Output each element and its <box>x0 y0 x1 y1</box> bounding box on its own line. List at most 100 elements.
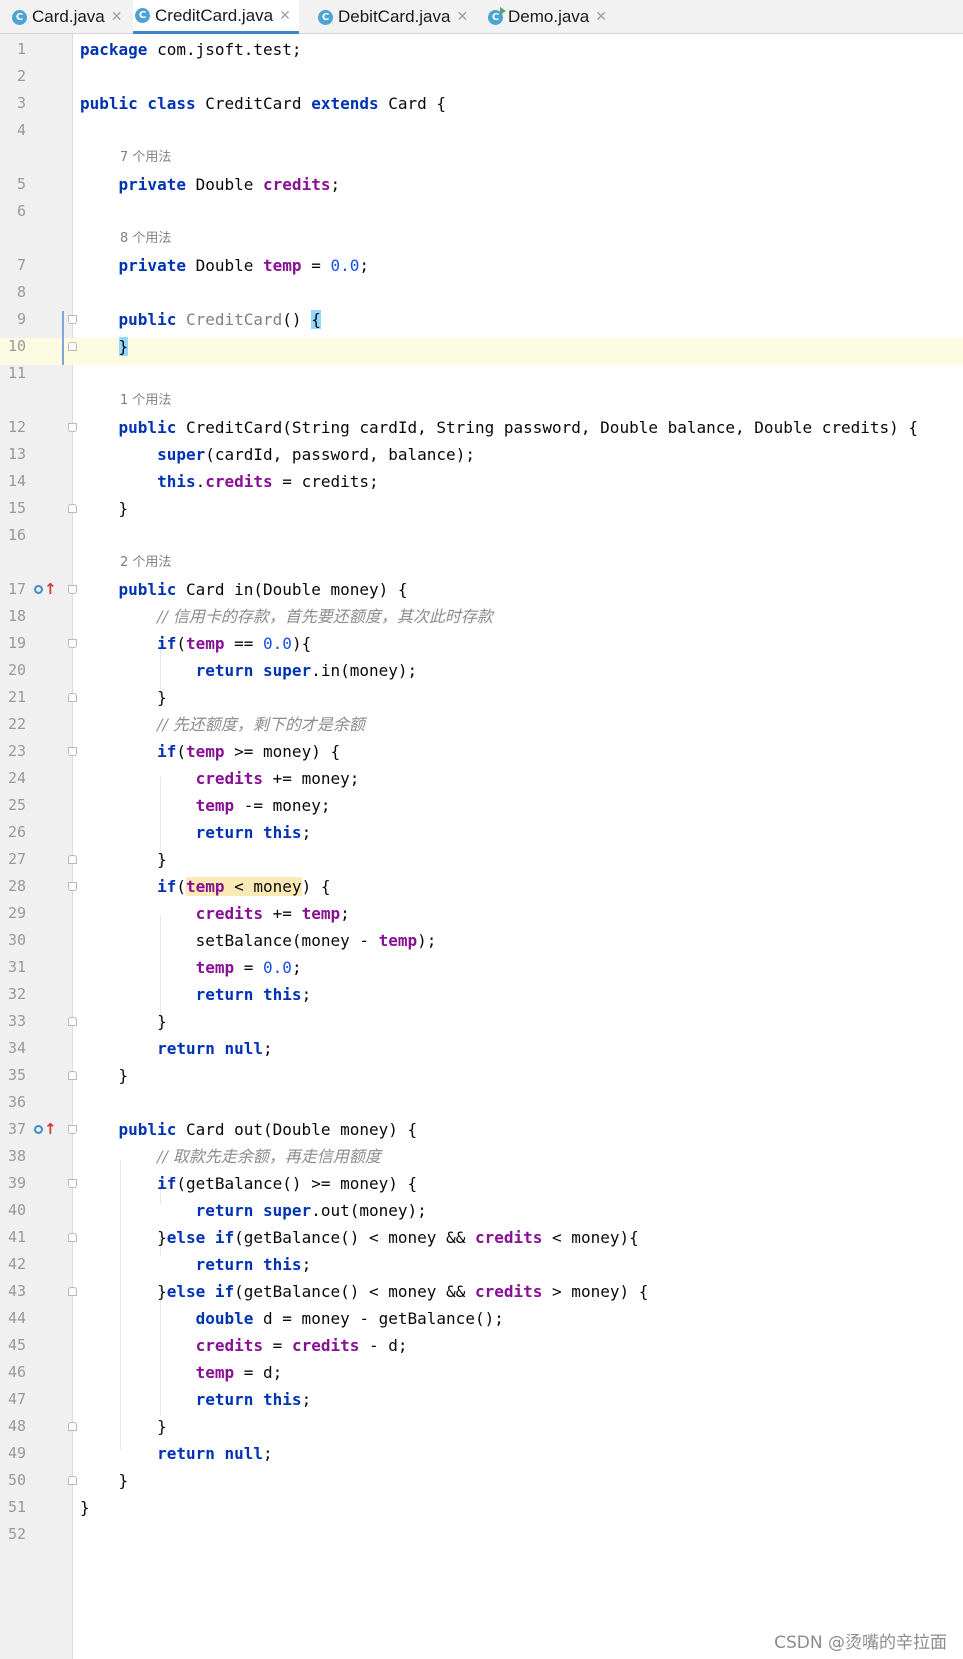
code-text[interactable]: return super.in(money); <box>80 657 418 684</box>
code-text[interactable]: } <box>80 1062 129 1089</box>
code-line[interactable]: 18 // 信用卡的存款，首先要还额度，其次此时存款 <box>0 603 963 630</box>
code-text[interactable]: public class CreditCard extends Card { <box>80 90 446 117</box>
code-text[interactable]: temp -= money; <box>80 792 331 819</box>
code-line[interactable]: 15 } <box>0 495 963 522</box>
code-line[interactable]: 3 public class CreditCard extends Card { <box>0 90 963 117</box>
code-line[interactable]: 28 if(temp < money) { <box>0 873 963 900</box>
fold-icon[interactable] <box>68 639 77 648</box>
code-line[interactable]: 46 temp = d; <box>0 1359 963 1386</box>
fold-icon[interactable] <box>68 342 77 351</box>
code-text[interactable]: return this; <box>80 819 312 846</box>
code-text[interactable]: if(getBalance() >= money) { <box>80 1170 417 1197</box>
close-icon[interactable]: ✕ <box>279 8 291 24</box>
code-line[interactable]: 35 } <box>0 1062 963 1089</box>
fold-icon[interactable] <box>68 882 77 891</box>
close-icon[interactable]: ✕ <box>111 9 123 25</box>
fold-icon[interactable] <box>68 855 77 864</box>
usages-hint[interactable]: 2 个用法 <box>120 549 171 576</box>
code-line[interactable]: 22 // 先还额度，剩下的才是余额 <box>0 711 963 738</box>
code-line[interactable]: 48 } <box>0 1413 963 1440</box>
fold-icon[interactable] <box>68 1422 77 1431</box>
code-line[interactable]: 29 credits += temp; <box>0 900 963 927</box>
code-line[interactable]: 13 super(cardId, password, balance); <box>0 441 963 468</box>
code-line[interactable]: 38 // 取款先走余额，再走信用额度 <box>0 1143 963 1170</box>
code-line[interactable]: 9 public CreditCard() { <box>0 306 963 333</box>
code-text[interactable]: double d = money - getBalance(); <box>80 1305 504 1332</box>
code-line[interactable]: 6 <box>0 198 963 225</box>
code-line[interactable]: 51 } <box>0 1494 963 1521</box>
tab-demo-java[interactable]: C Demo.java ✕ <box>488 0 607 34</box>
code-line[interactable]: 33 } <box>0 1008 963 1035</box>
tab-creditcard-java[interactable]: C CreditCard.java ✕ <box>133 0 299 34</box>
close-icon[interactable]: ✕ <box>456 9 468 25</box>
code-line[interactable]: 42 return this; <box>0 1251 963 1278</box>
fold-icon[interactable] <box>68 315 77 324</box>
code-text[interactable]: super(cardId, password, balance); <box>80 441 475 468</box>
code-text[interactable]: } <box>80 1413 167 1440</box>
code-line[interactable]: 16 <box>0 522 963 549</box>
code-line[interactable]: 23 if(temp >= money) { <box>0 738 963 765</box>
code-line[interactable]: 17 ↑ public Card in(Double money) { <box>0 576 963 603</box>
fold-icon[interactable] <box>68 585 77 594</box>
code-line[interactable]: 24 credits += money; <box>0 765 963 792</box>
code-text[interactable]: credits += money; <box>80 765 360 792</box>
code-text[interactable]: // 先还额度，剩下的才是余额 <box>80 711 365 738</box>
code-text[interactable]: return this; <box>80 981 312 1008</box>
code-line[interactable]: 25 temp -= money; <box>0 792 963 819</box>
code-line[interactable]: 19 if(temp == 0.0){ <box>0 630 963 657</box>
fold-icon[interactable] <box>68 747 77 756</box>
code-text[interactable]: }else if(getBalance() < money && credits… <box>80 1278 648 1305</box>
code-line[interactable]: 47 return this; <box>0 1386 963 1413</box>
code-text[interactable]: }else if(getBalance() < money && credits… <box>80 1224 639 1251</box>
code-line[interactable]: 2 <box>0 63 963 90</box>
code-line[interactable]: 50 } <box>0 1467 963 1494</box>
code-line[interactable]: 34 return null; <box>0 1035 963 1062</box>
code-text[interactable]: credits += temp; <box>80 900 350 927</box>
code-text[interactable]: public Card out(Double money) { <box>80 1116 418 1143</box>
fold-icon[interactable] <box>68 1071 77 1080</box>
fold-icon[interactable] <box>68 1287 77 1296</box>
code-text[interactable]: this.credits = credits; <box>80 468 379 495</box>
override-icon[interactable]: ↑ <box>34 576 57 603</box>
code-text[interactable]: return null; <box>80 1035 273 1062</box>
code-text[interactable]: return super.out(money); <box>80 1197 427 1224</box>
code-text[interactable]: } <box>80 1494 90 1521</box>
usages-hint[interactable]: 8 个用法 <box>120 225 171 252</box>
code-text[interactable]: return null; <box>80 1440 273 1467</box>
code-line[interactable]: 4 <box>0 117 963 144</box>
code-text[interactable]: // 信用卡的存款，首先要还额度，其次此时存款 <box>80 603 493 630</box>
code-line[interactable]: 40 return super.out(money); <box>0 1197 963 1224</box>
code-line[interactable]: 11 <box>0 360 963 387</box>
code-text[interactable]: if(temp >= money) { <box>80 738 340 765</box>
code-line[interactable]: 49 return null; <box>0 1440 963 1467</box>
code-line[interactable]: 44 double d = money - getBalance(); <box>0 1305 963 1332</box>
code-text[interactable]: credits = credits - d; <box>80 1332 408 1359</box>
code-line[interactable]: 5 private Double credits; <box>0 171 963 198</box>
code-text[interactable]: private Double temp = 0.0; <box>80 252 369 279</box>
code-line[interactable]: 39 if(getBalance() >= money) { <box>0 1170 963 1197</box>
tab-debitcard-java[interactable]: C DebitCard.java ✕ <box>318 0 468 34</box>
code-line[interactable]: 41 }else if(getBalance() < money && cred… <box>0 1224 963 1251</box>
code-line[interactable]: 32 return this; <box>0 981 963 1008</box>
code-text[interactable]: } <box>80 1467 129 1494</box>
code-text[interactable]: public CreditCard() { <box>80 306 321 333</box>
fold-icon[interactable] <box>68 423 77 432</box>
code-line[interactable]: 10 } <box>0 333 963 360</box>
code-text[interactable]: // 取款先走余额，再走信用额度 <box>80 1143 381 1170</box>
code-line[interactable]: 20 return super.in(money); <box>0 657 963 684</box>
code-text[interactable]: temp = d; <box>80 1359 283 1386</box>
code-text[interactable]: private Double credits; <box>80 171 341 198</box>
code-text[interactable]: public Card in(Double money) { <box>80 576 408 603</box>
code-line[interactable]: 31 temp = 0.0; <box>0 954 963 981</box>
code-line[interactable]: 21 } <box>0 684 963 711</box>
code-line[interactable]: 36 <box>0 1089 963 1116</box>
code-text[interactable]: package com.jsoft.test; <box>80 36 302 63</box>
usages-hint[interactable]: 7 个用法 <box>120 144 171 171</box>
fold-icon[interactable] <box>68 1179 77 1188</box>
code-line[interactable]: 26 return this; <box>0 819 963 846</box>
code-line[interactable]: 12 public CreditCard(String cardId, Stri… <box>0 414 963 441</box>
code-text[interactable]: public CreditCard(String cardId, String … <box>80 414 919 441</box>
code-line[interactable]: 27 } <box>0 846 963 873</box>
code-line[interactable]: 43 }else if(getBalance() < money && cred… <box>0 1278 963 1305</box>
fold-icon[interactable] <box>68 1476 77 1485</box>
